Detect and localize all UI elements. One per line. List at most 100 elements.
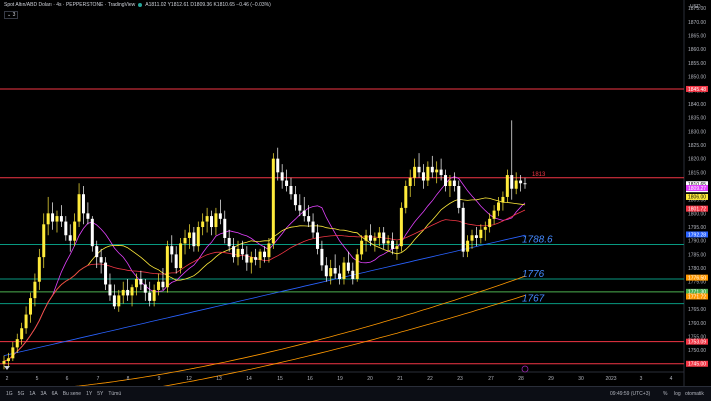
x-tick-label: 23 [457,376,463,382]
x-tick-label: 2 [6,376,9,382]
candle-body [430,166,434,173]
candle-body [311,221,315,233]
candle-body [271,158,275,244]
candle-body [439,169,443,176]
candle-body [408,177,412,186]
range-button-3[interactable]: 3A [40,391,46,397]
log-toggle[interactable]: log [674,391,681,397]
range-button-7[interactable]: 5Y [97,391,103,397]
candle-body [342,262,346,279]
candle-body [210,216,214,228]
candle-body [470,235,474,241]
candle-body [333,268,337,274]
candle-body [170,246,174,255]
x-tick-label: 13 [216,376,222,382]
candle-body [386,240,390,244]
candle-body [179,243,183,269]
price-tag-6: 1776.50 [688,275,706,281]
candle-body [360,240,364,255]
clock[interactable]: 09:49:59 (UTC+3) [610,391,650,397]
y-tick-label: 1790.00 [688,239,706,245]
range-button-6[interactable]: 1Y [86,391,92,397]
time-marker-icon [521,365,529,373]
bottom-toolbar: 1G 5G 1A 3A 6A Bu sene 1Y 5Y Tümü 09:49:59 (UTC+… [0,386,711,401]
y-tick-label: 1795.00 [688,225,706,231]
candle-body [483,227,487,230]
candle-body [117,295,121,307]
candle-body [104,262,108,285]
candle-body [33,281,37,299]
x-tick-label: 27 [488,376,494,382]
ma-slow-line [3,209,526,362]
candle-body [245,254,249,263]
price-tag-8: 1771.72 [688,294,706,300]
ma-200-line-2 [65,295,526,400]
price-tag-10: 1745.00 [688,362,706,368]
indicator-count: 3 [12,12,16,18]
y-tick-label: 1765.00 [688,307,706,313]
hline-label-5: 1767 [522,294,545,305]
candle-body [59,216,63,222]
y-tick-label: 1760.00 [688,321,706,327]
price-axis [684,0,711,386]
candle-body [51,213,55,222]
candle-body [157,281,161,290]
candle-body [249,257,253,263]
range-button-5[interactable]: Bu sene [63,391,81,397]
candle-body [24,314,28,329]
x-tick-label: 28 [518,376,524,382]
x-tick-label: 4 [670,376,673,382]
ma-200-line [4,275,526,392]
hline-label-3: 1776 [522,269,545,280]
candle-body [417,166,421,173]
candle-body [514,180,518,189]
market-status-icon [138,3,143,7]
range-button-2[interactable]: 1A [29,391,35,397]
percent-toggle[interactable]: % [663,391,667,397]
price-tag-3: 1806.00 [688,195,706,201]
hline-label-1: 1813 [532,172,546,178]
x-tick-label: 2023 [605,376,616,382]
candle-body [293,194,297,206]
price-tag-5: 1792.28 [688,232,706,238]
range-button-1[interactable]: 5G [18,391,25,397]
chart-header: Spot Altın/ABD Doları · 4s · PEPPERSTONE… [4,2,271,8]
candle-body [466,240,470,252]
candle-body [196,227,200,247]
indicators-toggle[interactable]: ⌄ 3 [4,11,19,19]
candle-body [391,240,395,249]
candle-body [64,221,68,236]
candle-body [435,169,439,173]
x-tick-label: 12 [186,376,192,382]
candle-body [373,237,377,241]
candle-body [218,213,222,219]
candle-body [346,262,350,271]
candle-body [413,166,417,178]
candle-body [73,221,77,241]
candle-body [108,284,112,296]
candle-body [126,289,130,296]
y-tick-label: 1855.00 [688,61,706,67]
price-tag-0: 1845.48 [688,87,706,93]
price-tag-2: 1809.27 [688,186,706,192]
range-button-0[interactable]: 1G [6,391,13,397]
candle-body [68,235,72,241]
candle-body [510,175,514,189]
range-selector: 1G 5G 1A 3A 6A Bu sene 1Y 5Y Tümü [6,391,121,397]
y-tick-label: 1815.00 [688,170,706,176]
candle-body [227,237,231,247]
x-tick-label: 16 [307,376,313,382]
candle-body [148,292,152,301]
range-button-8[interactable]: Tümü [108,391,121,397]
x-tick-label: 3 [640,376,643,382]
candle-body [497,202,501,211]
x-tick-label: 8 [127,376,130,382]
auto-scale-toggle[interactable]: otomatik [685,391,704,397]
symbol-title[interactable]: Spot Altın/ABD Doları · 4s · PEPPERSTONE… [4,2,135,8]
candle-body [232,246,236,258]
y-tick-label: 1840.00 [688,102,706,108]
candle-body [99,257,103,263]
price-chart[interactable]: USD1875.001870.001865.001860.001855.0018… [0,0,711,400]
candle-body [382,232,386,244]
range-button-4[interactable]: 6A [52,391,58,397]
